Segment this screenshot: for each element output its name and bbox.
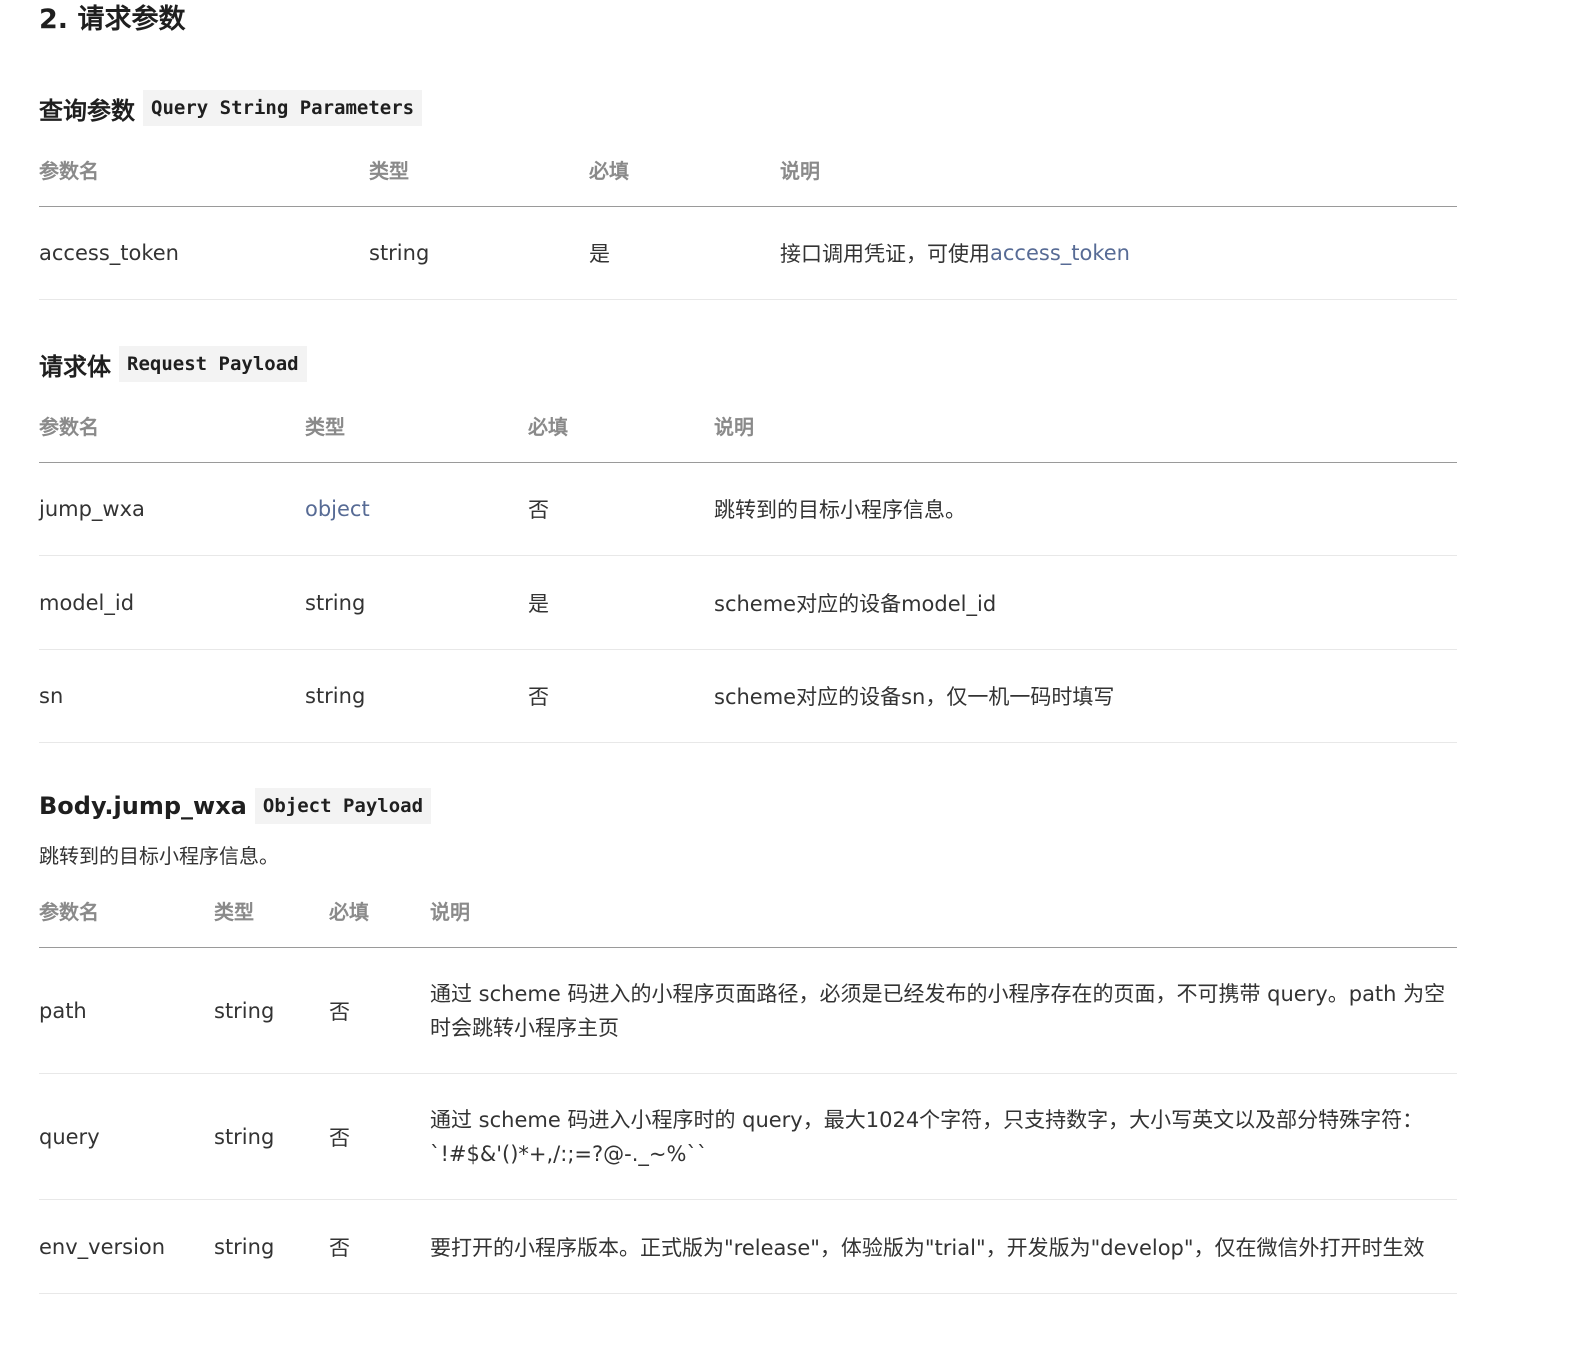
col-desc-header: 说明 [780,159,820,183]
payload-tag: Request Payload [119,346,307,382]
param-required: 否 [329,1125,350,1150]
query-params-title: 查询参数 [39,96,135,125]
param-desc: scheme对应的设备model_id [714,591,997,616]
param-name: query [39,1124,100,1149]
jump-wxa-tag: Object Payload [254,788,432,824]
table-row: access_token string 是 接口调用凭证，可使用 access_… [39,207,1457,300]
payload-heading: 请求体 Request Payload [39,344,307,384]
query-params-table: 参数名 类型 必填 说明 access_token string 是 接口调用凭… [39,136,1457,300]
param-type: string [214,1124,275,1149]
param-name: env_version [39,1234,166,1259]
table-row: sn string 否 scheme对应的设备sn，仅一机一码时填写 [39,650,1457,743]
param-desc: scheme对应的设备sn，仅一机一码时填写 [714,685,1115,709]
col-desc-header: 说明 [430,900,470,924]
param-type: string [214,998,275,1023]
param-name: access_token [39,241,179,265]
table-row: query string 否 通过 scheme 码进入小程序时的 query，… [39,1074,1457,1200]
col-type-header: 类型 [214,900,254,924]
payload-title: 请求体 [39,352,111,381]
param-desc-text: 接口调用凭证，可使用 [780,242,990,266]
query-params-tag: Query String Parameters [143,90,423,126]
table-row: model_id string 是 scheme对应的设备model_id [39,556,1457,650]
query-params-heading: 查询参数 Query String Parameters [39,88,423,128]
table-row: env_version string 否 要打开的小程序版本。正式版为"rele… [39,1200,1457,1294]
param-required: 否 [329,1235,350,1260]
col-desc-header: 说明 [714,415,754,439]
param-required: 否 [528,685,549,709]
param-name: model_id [39,590,135,615]
param-name: sn [39,684,64,708]
jump-wxa-heading: Body.jump_wxa Object Payload [39,786,432,826]
param-type: string [214,1234,275,1259]
table-header: 参数名 类型 必填 说明 [39,392,1457,463]
param-desc: 接口调用凭证，可使用 access_token [780,207,1130,299]
table-row: path string 否 通过 scheme 码进入的小程序页面路径，必须是已… [39,948,1457,1074]
jump-wxa-table: 参数名 类型 必填 说明 path string 否 通过 scheme 码进入… [39,877,1457,1294]
param-required: 是 [589,242,610,266]
param-name: jump_wxa [39,497,145,521]
col-type-header: 类型 [369,159,409,183]
param-desc: 跳转到的目标小程序信息。 [714,498,966,522]
jump-wxa-title: Body.jump_wxa [39,792,247,820]
col-required-header: 必填 [589,159,629,183]
param-required: 否 [329,999,350,1024]
param-type: string [369,241,430,265]
col-name-header: 参数名 [39,415,99,439]
param-desc: 要打开的小程序版本。正式版为"release"，体验版为"trial"，开发版为… [430,1235,1425,1260]
col-required-header: 必填 [528,415,568,439]
param-type: string [305,684,366,708]
param-required: 否 [528,498,549,522]
param-desc: 通过 scheme 码进入的小程序页面路径，必须是已经发布的小程序存在的页面，不… [430,981,1446,1040]
object-type-link[interactable]: object [305,463,370,555]
table-row: jump_wxa object 否 跳转到的目标小程序信息。 [39,463,1457,556]
section-title: 2. 请求参数 [39,4,186,35]
table-header: 参数名 类型 必填 说明 [39,877,1457,948]
col-type-header: 类型 [305,415,345,439]
col-name-header: 参数名 [39,900,99,924]
table-header: 参数名 类型 必填 说明 [39,136,1457,207]
col-name-header: 参数名 [39,159,99,183]
param-required: 是 [528,591,549,616]
col-required-header: 必填 [329,900,369,924]
payload-table: 参数名 类型 必填 说明 jump_wxa object 否 跳转到的目标小程序… [39,392,1457,743]
param-name: path [39,998,87,1023]
jump-wxa-description: 跳转到的目标小程序信息。 [39,844,279,868]
param-desc: 通过 scheme 码进入小程序时的 query，最大1024个字符，只支持数字… [430,1107,1424,1166]
access-token-link[interactable]: access_token [990,241,1130,265]
param-type: string [305,590,366,615]
